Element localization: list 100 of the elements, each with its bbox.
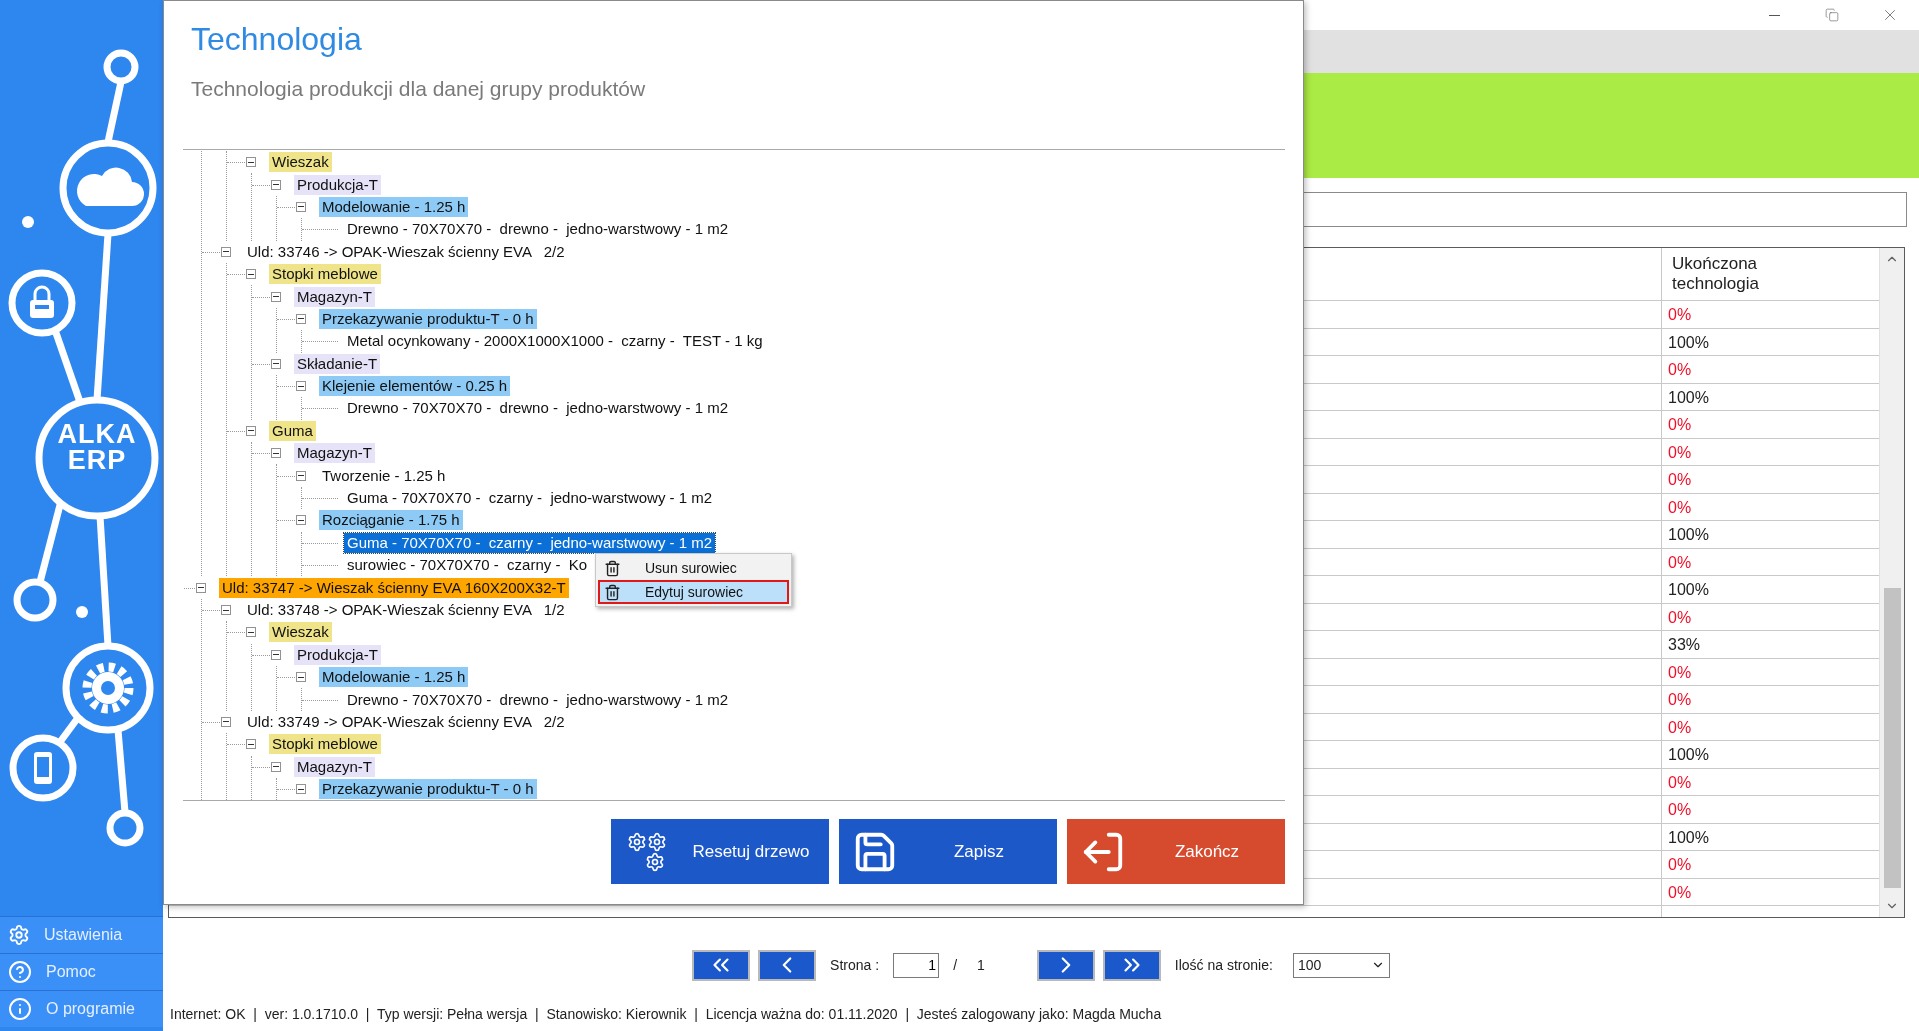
settings-icon [8,924,30,946]
per-page-label: Ilość na stronie: [1173,957,1274,973]
table-cell-text: 0% [1667,772,1693,793]
tree-item[interactable]: Uld: 33748 -> OPAK-Wieszak ścienny EVA 1/2 [244,600,568,620]
table-cell-text: 100% [1667,525,1710,545]
collapse-toggle[interactable] [296,381,306,392]
table-cell-text: 0% [1667,717,1693,738]
tree-item[interactable]: Produkcja-T [294,644,381,665]
collapse-toggle[interactable] [296,672,306,683]
collapse-toggle[interactable] [296,784,306,795]
collapse-toggle[interactable] [221,605,231,615]
collapse-toggle[interactable] [296,470,306,481]
page-separator: / [952,957,959,973]
table-cell-text: 100% [1667,387,1710,408]
dialog-subtitle: Technologia produkcji dla danej grupy produktów [190,76,647,102]
tree-item[interactable]: Guma [269,420,316,441]
tree-item[interactable]: Stopki meblowe [269,264,381,285]
tree-item[interactable]: Uld: 33749 -> OPAK-Wieszak ścienny EVA 2/2 [244,711,568,732]
tree-item[interactable]: Uld: 33747 -> Wieszak ścienny EVA 160X200X32-T [219,577,569,598]
collapse-toggle[interactable] [246,739,256,750]
per-page-select[interactable]: 100 [1292,952,1390,978]
collapse-toggle[interactable] [221,716,231,727]
collapse-toggle[interactable] [246,269,256,280]
collapse-toggle[interactable] [246,157,256,168]
trash-icon [604,583,621,601]
info-icon [8,997,32,1021]
tree-item[interactable]: Drewno - 70X70X70 - drewno - jedno-warstwowy - 1 m2 [344,398,731,419]
collapse-toggle[interactable] [221,246,231,257]
tree-item[interactable]: Uld: 33746 -> OPAK-Wieszak ścienny EVA 2/2 [244,241,568,262]
tree-item[interactable]: Przekazywanie produktu-T - 0 h [319,779,537,800]
tree-item[interactable]: Magazyn-T [294,756,376,777]
table-cell-text: 0% [1667,305,1693,325]
scrollbar-thumb[interactable] [1883,588,1901,888]
page-total: 1 [976,957,986,973]
table-cell-text: 0% [1667,882,1693,903]
tree-item[interactable]: Metal ocynkowany - 2000X1000X1000 - czarny - TEST - 1 kg [344,331,766,352]
table-cell-text: 0% [1667,800,1693,820]
tree-item[interactable]: Przekazywanie produktu-T - 0 h [319,308,537,329]
menu-item[interactable]: Usun surowiec [598,556,789,580]
page-field[interactable]: 1 [893,952,940,978]
collapse-toggle[interactable] [246,425,256,436]
table-cell-text: 0% [1667,497,1693,518]
tree-item[interactable]: Tworzenie - 1.25 h [319,465,449,486]
tree-item[interactable]: Składanie-T [294,353,381,374]
tree-item[interactable]: Drewno - 70X70X70 - drewno - jedno-warstwowy - 1 m2 [344,689,731,710]
table-cell-text: 100% [1667,827,1710,848]
tree-item[interactable]: Drewno - 70X70X70 - drewno - jedno-warstwowy - 1 m2 [344,219,731,240]
table-cell-text: 0% [1667,662,1693,683]
table-cell-text: 0% [1667,607,1693,628]
menu-item[interactable]: Edytuj surowiec [598,580,789,604]
table-cell-text: 0% [1667,470,1693,490]
tree-item[interactable]: Klejenie elementów - 0.25 h [319,376,511,397]
status-text: Internet: OK | ver: 1.0.1710.0 | Typ wersji: Pełna wersja | Stanowisko: Kierownik | Licencja ważna do: 01.11.2020 | Jesteś zalogowany jako: Magda Mucha [169,1005,1163,1024]
action-button[interactable]: Zapisz [839,819,1057,884]
collapse-toggle[interactable] [271,761,281,772]
table-cell-text: 100% [1667,332,1710,353]
dialog-title: Technologia [190,20,363,59]
table-cell-text: 0% [1667,855,1693,875]
tree-item[interactable]: Guma - 70X70X70 - czarny - jedno-warstwowy - 1 m2 [344,488,716,509]
page-label: Strona : [829,957,881,973]
tree-item[interactable]: Wieszak [269,622,332,643]
tree-item[interactable]: Guma - 70X70X70 - czarny - jedno-warstwowy - 1 m2 [344,532,716,553]
tree-item[interactable]: Magazyn-T [294,443,376,464]
collapse-toggle[interactable] [246,627,256,638]
trash-icon [604,559,621,577]
tree-item[interactable]: Rozciąganie - 1.75 h [319,510,463,531]
tree-item[interactable]: Wieszak [269,152,332,173]
logo-text: ALKA ERP [56,422,138,474]
first-page-button[interactable] [692,949,751,981]
tree-item[interactable]: Magazyn-T [294,286,376,307]
collapse-toggle[interactable] [271,179,281,190]
table-cell-text: 33% [1667,635,1702,655]
collapse-toggle[interactable] [271,358,281,369]
help-icon [8,960,32,984]
collapse-toggle[interactable] [296,515,306,526]
tree-item[interactable]: surowiec - 70X70X70 - czarny - Ko [344,555,591,576]
next-page-button[interactable] [1036,949,1095,981]
minimize-icon [1768,14,1780,16]
column-header: Ukończona technologia [1671,253,1760,296]
collapse-toggle[interactable] [296,201,306,212]
tree-item[interactable]: Stopki meblowe [269,734,381,755]
tree-item[interactable]: Produkcja-T [294,174,381,195]
action-button[interactable]: Zakończ [1067,819,1285,884]
collapse-toggle[interactable] [296,313,306,324]
table-cell-text: 100% [1667,745,1710,765]
collapse-toggle[interactable] [271,649,281,660]
collapse-toggle[interactable] [196,582,206,593]
collapse-toggle[interactable] [271,448,281,459]
table-cell-text: 0% [1667,690,1693,710]
tree-item[interactable]: Modelowanie - 1.25 h [319,667,469,688]
table-cell-text: 0% [1667,552,1693,573]
collapse-toggle[interactable] [271,291,281,302]
action-button[interactable]: Resetuj drzewo [611,819,829,884]
tree-item[interactable]: Modelowanie - 1.25 h [319,196,469,217]
table-cell-text: 100% [1667,580,1710,600]
previous-page-button[interactable] [758,949,817,981]
last-page-button[interactable] [1102,949,1161,981]
table-cell-text: 0% [1667,360,1693,380]
table-cell-text: 0% [1667,442,1693,463]
restore-icon [1825,8,1839,22]
